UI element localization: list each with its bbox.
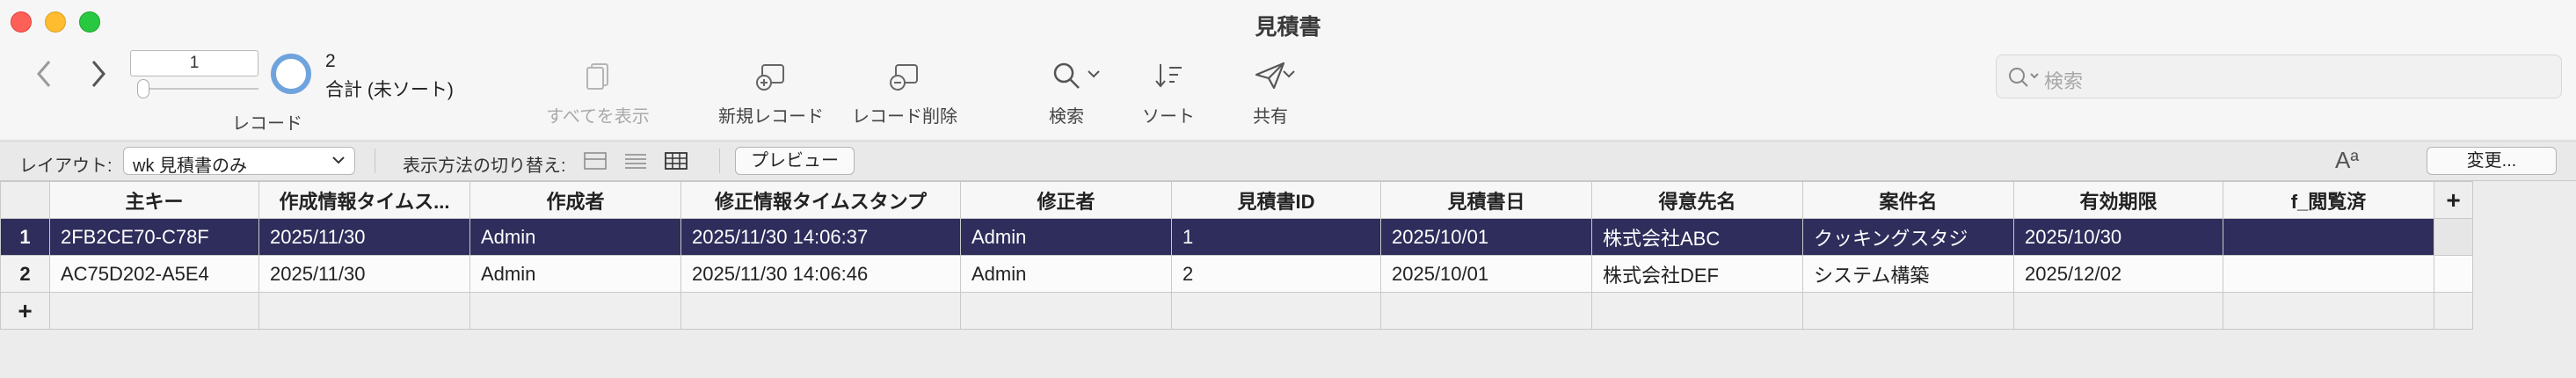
column-header[interactable]: 作成情報タイムス... xyxy=(258,181,470,219)
table-view-icon[interactable] xyxy=(665,152,688,170)
empty-cell xyxy=(2434,218,2473,256)
form-view-icon[interactable] xyxy=(584,152,607,170)
sort-icon xyxy=(1155,64,1182,88)
found-status: 合計 (未ソート) xyxy=(325,80,454,100)
table-cell[interactable]: 2025/11/30 14:06:46 xyxy=(680,255,961,293)
list-view-icon[interactable] xyxy=(624,152,647,170)
table-cell[interactable]: 2025/11/30 14:06:37 xyxy=(680,218,961,256)
delete-record-button[interactable]: レコード削除 xyxy=(846,49,964,137)
table-cell[interactable]: 株式会社ABC xyxy=(1591,218,1803,256)
table-cell[interactable]: 2 xyxy=(1171,255,1381,293)
show-all-icon xyxy=(586,63,608,90)
table-row[interactable]: 1 2FB2CE70-C78F 2025/11/30 Admin 2025/11… xyxy=(0,218,2473,256)
column-header[interactable]: 修正者 xyxy=(960,181,1172,219)
new-record-button[interactable]: 新規レコード xyxy=(712,49,830,137)
empty-cell xyxy=(2013,292,2223,330)
share-menu-chevron-icon[interactable] xyxy=(1282,69,1296,79)
find-icon xyxy=(1053,62,1080,89)
layout-select-value: wk 見積書のみ xyxy=(133,156,247,176)
table-cell[interactable]: 株式会社DEF xyxy=(1591,255,1803,293)
layout-select[interactable]: wk 見積書のみ xyxy=(123,147,355,176)
record-slider-track[interactable] xyxy=(139,88,258,90)
search-icon xyxy=(2009,68,2039,87)
column-header[interactable]: 有効期限 xyxy=(2013,181,2223,219)
new-record-icon xyxy=(756,64,784,91)
quick-find-search-box[interactable]: 検索 xyxy=(1996,55,2562,98)
back-arrow-icon[interactable] xyxy=(32,58,58,90)
records-label: レコード xyxy=(232,114,302,134)
empty-cell xyxy=(1591,292,1803,330)
table-cell[interactable]: Admin xyxy=(469,218,681,256)
delete-record-icon xyxy=(890,64,918,91)
found-set-pie-icon[interactable] xyxy=(271,54,311,94)
table-row[interactable]: 2 AC75D202-A5E4 2025/11/30 Admin 2025/11… xyxy=(0,255,2473,293)
add-row-button[interactable]: + xyxy=(0,292,50,330)
table-cell[interactable]: 2025/12/02 xyxy=(2013,255,2223,293)
empty-cell xyxy=(258,292,470,330)
sort-button[interactable]: ソート xyxy=(1131,49,1206,137)
empty-cell xyxy=(469,292,681,330)
empty-cell xyxy=(1380,292,1592,330)
empty-cell xyxy=(2223,292,2434,330)
record-number-input[interactable]: 1 xyxy=(130,50,258,76)
preview-button[interactable]: プレビュー xyxy=(735,147,855,175)
layout-label: レイアウト: xyxy=(19,156,113,176)
found-count: 2 xyxy=(325,51,336,71)
records-table: 主キー 作成情報タイムス... 作成者 修正情報タイムスタンプ 修正者 見積書I… xyxy=(0,181,2473,330)
table-cell[interactable]: 2025/11/30 xyxy=(258,255,470,293)
row-number[interactable]: 2 xyxy=(0,255,50,293)
empty-cell xyxy=(2434,255,2473,293)
empty-cell xyxy=(2434,292,2473,330)
share-button[interactable]: 共有 xyxy=(1231,49,1310,137)
new-record-row[interactable]: + xyxy=(0,292,2473,330)
table-cell[interactable]: Admin xyxy=(960,218,1172,256)
column-header[interactable]: 作成者 xyxy=(469,181,681,219)
divider xyxy=(719,149,720,173)
empty-cell xyxy=(680,292,961,330)
column-header[interactable]: 主キー xyxy=(49,181,259,219)
add-column-button[interactable]: + xyxy=(2434,181,2473,219)
table-cell[interactable]: 2025/10/01 xyxy=(1380,255,1592,293)
find-menu-chevron-icon[interactable] xyxy=(1087,69,1101,79)
column-header[interactable]: 修正情報タイムスタンプ xyxy=(680,181,961,219)
column-header[interactable]: 見積書日 xyxy=(1380,181,1592,219)
empty-cell xyxy=(960,292,1172,330)
chevron-down-icon xyxy=(332,156,345,164)
table-cell[interactable]: クッキングスタジ xyxy=(1802,218,2014,256)
forward-arrow-icon[interactable] xyxy=(84,58,111,90)
table-cell[interactable]: 2FB2CE70-C78F xyxy=(49,218,259,256)
text-format-button[interactable]: Aª xyxy=(2335,147,2359,174)
table-cell[interactable]: 2025/11/30 xyxy=(258,218,470,256)
table-cell[interactable]: AC75D202-A5E4 xyxy=(49,255,259,293)
column-header[interactable]: f_閲覧済 xyxy=(2223,181,2434,219)
header-row: 主キー 作成情報タイムス... 作成者 修正情報タイムスタンプ 修正者 見積書I… xyxy=(0,181,2473,219)
layout-bar: レイアウト: wk 見積書のみ 表示方法の切り替え: プレビュー Aª 変更..… xyxy=(0,141,2576,181)
empty-cell xyxy=(1802,292,2014,330)
row-number-header xyxy=(0,181,50,219)
search-placeholder: 検索 xyxy=(2044,70,2084,92)
empty-cell xyxy=(1171,292,1381,330)
table-cell[interactable] xyxy=(2223,255,2434,293)
window-toolbar: 見積書 1 2 合計 (未ソート) レコード すべてを表示 新規レコード レコー… xyxy=(0,0,2576,139)
table-cell[interactable]: Admin xyxy=(469,255,681,293)
table-cell[interactable] xyxy=(2223,218,2434,256)
show-all-button[interactable]: すべてを表示 xyxy=(538,49,658,137)
column-header[interactable]: 案件名 xyxy=(1802,181,2014,219)
table-view: 主キー 作成情報タイムス... 作成者 修正情報タイムスタンプ 修正者 見積書I… xyxy=(0,181,2576,378)
table-cell[interactable]: システム構築 xyxy=(1802,255,2014,293)
row-number[interactable]: 1 xyxy=(0,218,50,256)
table-cell[interactable]: 2025/10/30 xyxy=(2013,218,2223,256)
table-cell[interactable]: 2025/10/01 xyxy=(1380,218,1592,256)
empty-cell xyxy=(49,292,259,330)
change-button[interactable]: 変更... xyxy=(2427,147,2557,175)
column-header[interactable]: 見積書ID xyxy=(1171,181,1381,219)
window-title: 見積書 xyxy=(1255,15,1321,40)
table-cell[interactable]: 1 xyxy=(1171,218,1381,256)
record-slider-knob[interactable] xyxy=(137,79,149,98)
table-cell[interactable]: Admin xyxy=(960,255,1172,293)
column-header[interactable]: 得意先名 xyxy=(1591,181,1803,219)
find-button[interactable]: 検索 xyxy=(1027,49,1106,137)
view-as-label: 表示方法の切り替え: xyxy=(403,156,566,176)
